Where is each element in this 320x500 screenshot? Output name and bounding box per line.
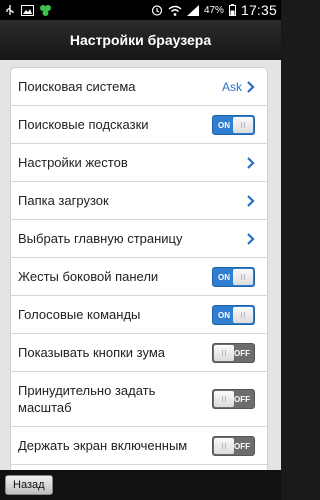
setting-row-gesture-settings[interactable]: Настройки жестов bbox=[11, 144, 267, 182]
setting-row-home-page[interactable]: Выбрать главную страницу bbox=[11, 220, 267, 258]
app-icon bbox=[39, 4, 52, 17]
toggle-switch[interactable]: ON bbox=[212, 266, 255, 287]
toggle-knob bbox=[233, 116, 253, 133]
setting-label: Выбрать главную страницу bbox=[18, 231, 183, 246]
status-left bbox=[4, 4, 52, 17]
setting-label: Поисковая система bbox=[18, 79, 136, 94]
setting-label: Принудительно задать масштаб bbox=[18, 383, 156, 415]
bottom-bar: Назад bbox=[0, 470, 281, 500]
usb-icon bbox=[4, 4, 16, 16]
toggle-switch[interactable]: ON bbox=[212, 114, 255, 135]
setting-row-zoom-buttons[interactable]: Показывать кнопки зума OFF bbox=[11, 334, 267, 372]
settings-list: Поисковая система Ask Поисковые подсказк… bbox=[10, 67, 268, 470]
toggle-state: OFF bbox=[234, 348, 250, 358]
signal-icon bbox=[186, 4, 199, 16]
setting-row-force-zoom[interactable]: Принудительно задать масштаб OFF bbox=[11, 372, 267, 427]
setting-label: Настройки жестов bbox=[18, 155, 128, 170]
setting-row-voice-commands[interactable]: Голосовые команды ON bbox=[11, 296, 267, 334]
chevron-right-icon bbox=[247, 156, 255, 169]
setting-label: Держать экран включенным bbox=[18, 438, 188, 453]
back-button[interactable]: Назад bbox=[5, 475, 53, 495]
toggle-state: ON bbox=[218, 120, 230, 130]
setting-row-side-panel-gestures[interactable]: Жесты боковой панели ON bbox=[11, 258, 267, 296]
setting-row-keep-screen-on[interactable]: Держать экран включенным OFF bbox=[11, 427, 267, 465]
toggle-knob bbox=[214, 344, 234, 361]
toggle-switch[interactable]: OFF bbox=[212, 389, 255, 409]
battery-icon bbox=[228, 4, 236, 16]
status-right: 47% 17:35 bbox=[151, 2, 277, 18]
setting-label: Жесты боковой панели bbox=[18, 269, 159, 284]
settings-content[interactable]: Поисковая система Ask Поисковые подсказк… bbox=[0, 60, 281, 470]
setting-value-group: Ask bbox=[222, 80, 255, 94]
status-bar: 47% 17:35 bbox=[0, 0, 281, 20]
toggle-knob bbox=[214, 391, 234, 407]
toggle-state: ON bbox=[218, 272, 230, 282]
setting-label: Голосовые команды bbox=[18, 307, 141, 322]
toggle-state: OFF bbox=[234, 395, 250, 404]
setting-label: Показывать кнопки зума bbox=[18, 345, 166, 360]
setting-label: Поисковые подсказки bbox=[18, 117, 149, 132]
alarm-icon bbox=[151, 4, 163, 16]
toggle-switch[interactable]: OFF bbox=[212, 435, 255, 456]
title-bar: Настройки браузера bbox=[0, 20, 281, 60]
setting-row-search-suggestions[interactable]: Поисковые подсказки ON bbox=[11, 106, 267, 144]
toggle-switch[interactable]: ON bbox=[212, 304, 255, 325]
setting-row-download-folder[interactable]: Папка загрузок bbox=[11, 182, 267, 220]
chevron-right-icon bbox=[247, 194, 255, 207]
image-icon bbox=[21, 4, 34, 16]
toggle-state: ON bbox=[218, 310, 230, 320]
chevron-right-icon bbox=[247, 80, 255, 93]
page-title: Настройки браузера bbox=[69, 32, 212, 48]
clock: 17:35 bbox=[240, 2, 277, 18]
chevron-right-icon bbox=[247, 232, 255, 245]
toggle-knob bbox=[214, 437, 234, 454]
wifi-icon bbox=[168, 5, 182, 16]
setting-row-search-engine[interactable]: Поисковая система Ask bbox=[11, 68, 267, 106]
toggle-knob bbox=[233, 306, 253, 323]
toggle-knob bbox=[233, 268, 253, 285]
setting-value: Ask bbox=[221, 79, 242, 94]
setting-label: Папка загрузок bbox=[18, 193, 109, 208]
battery-percent: 47% bbox=[203, 4, 224, 16]
toggle-switch[interactable]: OFF bbox=[212, 342, 255, 363]
toggle-state: OFF bbox=[234, 441, 250, 451]
